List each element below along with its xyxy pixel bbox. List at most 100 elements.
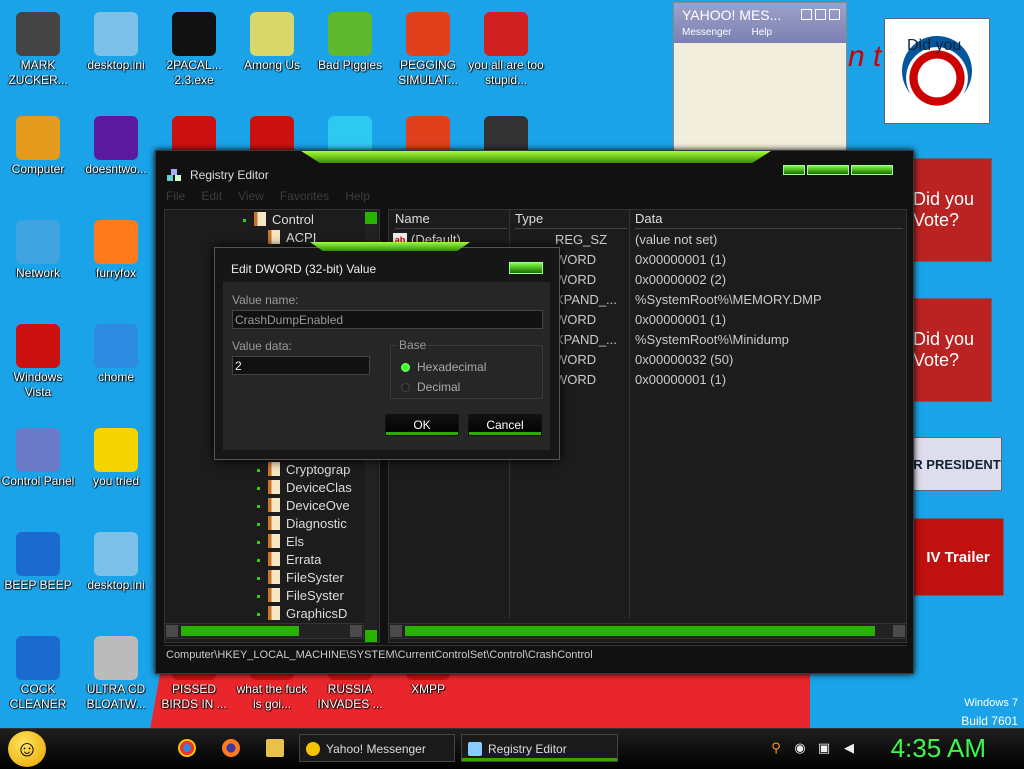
column-header-type[interactable]: Type	[515, 210, 627, 229]
windows-watermark: Windows 7 Build 7601	[961, 697, 1018, 728]
scroll-right-icon[interactable]	[893, 625, 905, 637]
folder-icon	[268, 552, 280, 566]
value-type-cell: WORD	[555, 352, 597, 367]
desktop-icon[interactable]: BEEP BEEP	[0, 532, 76, 593]
scroll-down-icon[interactable]	[365, 630, 377, 642]
desktop-icon[interactable]: you tried	[78, 428, 154, 489]
tree-expander-icon[interactable]	[257, 541, 260, 545]
desktop-icon-label: PEGGING SIMULAT...	[398, 58, 458, 87]
scroll-thumb[interactable]	[405, 626, 875, 636]
desktop-icon[interactable]: ULTRA CD BLOATW...	[78, 636, 154, 712]
tree-item[interactable]: Control	[243, 212, 314, 227]
scroll-left-icon[interactable]	[390, 625, 402, 637]
yahoo-menu-help[interactable]: Help	[751, 27, 772, 38]
column-header-name[interactable]: Name	[395, 210, 507, 229]
firefox-icon[interactable]	[222, 739, 240, 757]
close-icon[interactable]	[829, 9, 840, 20]
tree-item[interactable]: FileSyster	[257, 570, 344, 585]
radio-decimal[interactable]: Decimal	[401, 380, 460, 394]
scroll-thumb[interactable]	[181, 626, 299, 636]
ok-button[interactable]: OK	[385, 414, 459, 436]
desktop-icon-label: doesntwo...	[85, 162, 147, 176]
tree-expander-icon[interactable]	[257, 523, 260, 527]
scroll-left-icon[interactable]	[166, 625, 178, 637]
dialog-glow	[310, 242, 470, 251]
tree-expander-icon[interactable]	[257, 613, 260, 617]
maximize-icon[interactable]	[807, 165, 849, 175]
desktop-icon[interactable]: Network	[0, 220, 76, 281]
value-type-cell: XPAND_...	[555, 292, 617, 307]
volume-icon[interactable]: ◀	[842, 741, 856, 755]
desktop-icon[interactable]: you all are too stupid...	[468, 12, 544, 88]
desktop-icon[interactable]: Control Panel	[0, 428, 76, 489]
folder-icon	[268, 534, 280, 548]
dialog-title: Edit DWORD (32-bit) Value	[231, 262, 377, 276]
explorer-folder-icon[interactable]	[266, 739, 284, 757]
radio-hexadecimal[interactable]: Hexadecimal	[401, 360, 486, 374]
column-header-data[interactable]: Data	[635, 210, 903, 229]
menu-favorites[interactable]: Favorites	[280, 189, 329, 203]
tree-expander-icon[interactable]	[257, 577, 260, 581]
yahoo-titlebar[interactable]: YAHOO! MES... Messenger Help	[674, 3, 846, 43]
desktop-icon[interactable]: 2PACAL... 2.3.exe	[156, 12, 232, 88]
tree-expander-icon[interactable]	[257, 595, 260, 599]
desktop-icon[interactable]: Windows Vista	[0, 324, 76, 400]
tree-item[interactable]: Cryptograp	[257, 462, 350, 477]
tree-item[interactable]: ACPI	[257, 230, 316, 245]
task-yahoo-messenger[interactable]: Yahoo! Messenger	[299, 734, 455, 762]
task-registry-editor[interactable]: Registry Editor	[461, 734, 618, 762]
tree-expander-icon[interactable]	[257, 469, 260, 473]
yahoo-messenger-window[interactable]: YAHOO! MES... Messenger Help	[673, 2, 847, 154]
tree-item[interactable]: DeviceClas	[257, 480, 352, 495]
network-icon[interactable]: ▣	[817, 741, 831, 755]
status-icon[interactable]: ◉	[793, 741, 807, 755]
close-icon[interactable]	[509, 262, 543, 274]
maximize-icon[interactable]	[815, 9, 826, 20]
cancel-button[interactable]: Cancel	[468, 414, 542, 436]
menu-file[interactable]: File	[166, 189, 185, 203]
poster-did-you-vote-1: Did you Vote?	[912, 158, 992, 262]
minimize-icon[interactable]	[801, 9, 812, 20]
tree-item[interactable]: Errata	[257, 552, 321, 567]
menu-view[interactable]: View	[238, 189, 264, 203]
desktop-icon[interactable]: furryfox	[78, 220, 154, 281]
desktop-icon[interactable]: desktop.ini	[78, 532, 154, 593]
tree-expander-icon[interactable]	[243, 219, 246, 223]
close-icon[interactable]	[851, 165, 893, 175]
desktop-icon[interactable]: desktop.ini	[78, 12, 154, 73]
desktop-icon-label: COCK CLEANER	[9, 682, 67, 711]
radio-unselected-icon	[401, 383, 410, 393]
desktop-icon[interactable]: PEGGING SIMULAT...	[390, 12, 466, 88]
tree-item[interactable]: GraphicsD	[257, 606, 347, 621]
desktop-icon[interactable]: doesntwo...	[78, 116, 154, 177]
value-data-field[interactable]	[232, 356, 370, 375]
tree-item[interactable]: Els	[257, 534, 304, 549]
menu-help[interactable]: Help	[345, 189, 370, 203]
desktop-icon[interactable]: chome	[78, 324, 154, 385]
minimize-icon[interactable]	[783, 165, 805, 175]
value-name-field[interactable]	[232, 310, 543, 329]
tree-expander-icon[interactable]	[257, 505, 260, 509]
tree-expander-icon[interactable]	[257, 487, 260, 491]
folder-icon	[268, 606, 280, 620]
tree-item[interactable]: Diagnostic	[257, 516, 347, 531]
desktop-icon[interactable]: MARK ZUCKER...	[0, 12, 76, 88]
desktop-icon[interactable]: Among Us	[234, 12, 310, 73]
start-button[interactable]: ☺	[8, 731, 46, 767]
clock[interactable]: 4:35 AM	[891, 733, 986, 764]
tree-item[interactable]: FileSyster	[257, 588, 344, 603]
list-horizontal-scrollbar[interactable]	[388, 623, 907, 639]
scroll-up-icon[interactable]	[365, 212, 377, 224]
tree-item[interactable]: DeviceOve	[257, 498, 350, 513]
yahoo-menu-messenger[interactable]: Messenger	[682, 27, 731, 38]
desktop-icon[interactable]: COCK CLEANER	[0, 636, 76, 712]
edit-dword-dialog[interactable]: Edit DWORD (32-bit) Value Value name: Va…	[214, 242, 560, 460]
desktop-icon[interactable]: Computer	[0, 116, 76, 177]
search-icon[interactable]: ⚲	[769, 741, 783, 755]
desktop-icon[interactable]: Bad Piggies	[312, 12, 388, 73]
tree-expander-icon[interactable]	[257, 559, 260, 563]
menu-edit[interactable]: Edit	[201, 189, 222, 203]
tree-horizontal-scrollbar[interactable]	[164, 623, 364, 639]
scroll-right-icon[interactable]	[350, 625, 362, 637]
chrome-icon[interactable]	[178, 739, 196, 757]
